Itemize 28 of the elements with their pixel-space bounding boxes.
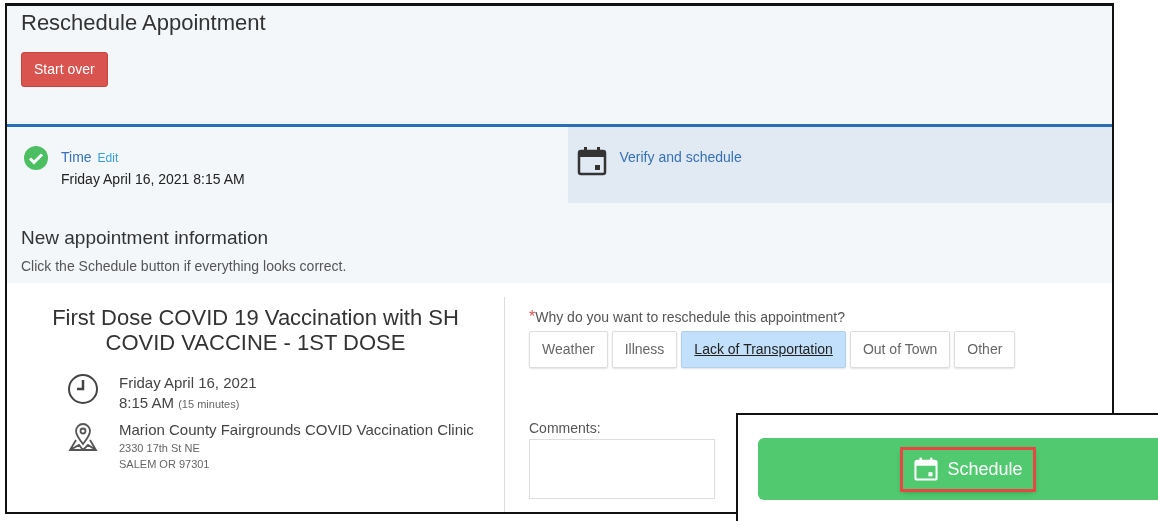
section-subtitle: Click the Schedule button if everything looks correct. [21, 256, 348, 276]
clock-icon [67, 373, 99, 406]
step-value: Friday April 16, 2021 8:15 AM [61, 170, 245, 189]
section-heading: New appointment information [21, 227, 270, 250]
comments-label: Comments: [529, 418, 602, 438]
comments-field[interactable] [529, 438, 715, 499]
step-link[interactable]: Time [61, 149, 92, 165]
check-icon [23, 145, 49, 171]
calendar-icon [575, 145, 608, 177]
reason-question: Why do you want to reschedule this appointment? [535, 308, 845, 325]
reason-option[interactable]: Illness [611, 330, 678, 368]
address-line: SALEM OR 97301 [119, 457, 211, 473]
start-over-button[interactable]: Start over [21, 52, 108, 88]
location-name: Marion County Fairgrounds COVID Vaccination Clinic [119, 420, 474, 440]
reason-option[interactable]: Other [954, 330, 1016, 368]
reason-option[interactable]: Out of Town [849, 330, 951, 368]
reason-option[interactable]: Lack of Transportation [681, 330, 846, 368]
edit-link[interactable]: Edit [97, 151, 119, 165]
appointment-title: First Dose COVID 19 Vaccination with SH COVID VACCINE - 1ST DOSE [51, 304, 460, 356]
page-title: Reschedule Appointment [21, 10, 267, 37]
reason-option[interactable]: Weather [529, 330, 608, 368]
appointment-date: Friday April 16, 2021 [119, 373, 257, 393]
calendar-icon [913, 456, 940, 482]
map-pin-icon [67, 420, 99, 453]
appointment-time: 8:15 AM (15 minutes) [119, 392, 241, 413]
step-link[interactable]: Verify and schedule [619, 149, 742, 165]
address-line: 2330 17th St NE [119, 440, 201, 456]
required-mark: * [529, 307, 536, 325]
